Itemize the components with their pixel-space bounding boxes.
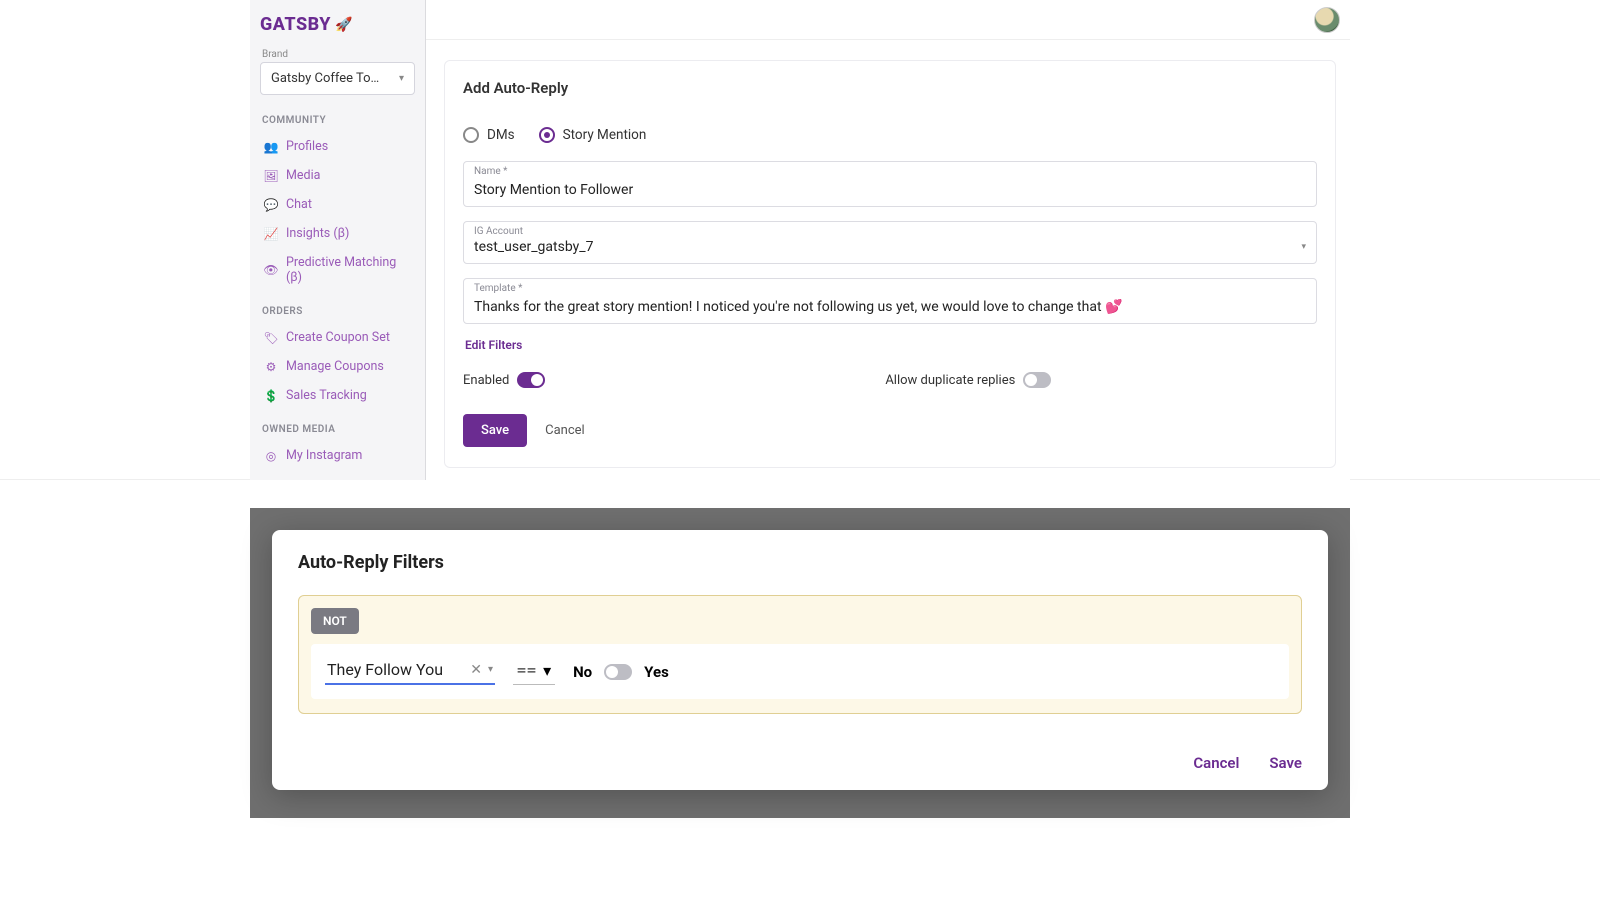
app-screenshot-top: GATSBY 🚀 Brand Gatsby Coffee To… ▾ COMMU… — [0, 0, 1600, 480]
toggle-row: Enabled Allow duplicate replies — [463, 372, 1317, 388]
cancel-button[interactable]: Cancel — [545, 423, 585, 438]
sidebar-item-create-coupon[interactable]: 🏷 Create Coupon Set — [260, 323, 415, 352]
edit-filters-link[interactable]: Edit Filters — [465, 338, 1317, 352]
sidebar-item-profiles[interactable]: 👥 Profiles — [260, 132, 415, 161]
logo-icon: 🚀 — [335, 17, 353, 33]
coupon-manage-icon: ⚙ — [264, 360, 278, 374]
toggle-label: Allow duplicate replies — [885, 373, 1015, 388]
rule-value-switch[interactable] — [604, 664, 632, 680]
profiles-icon: 👥 — [264, 140, 278, 154]
chevron-down-icon[interactable]: ▾ — [543, 661, 551, 680]
duplicate-toggle-group: Allow duplicate replies — [885, 372, 1051, 388]
sidebar-item-label: Media — [286, 168, 320, 183]
rule-operator-select[interactable]: == ▾ — [513, 659, 555, 685]
filter-group: NOT They Follow You ✕ ▾ == ▾ No — [298, 595, 1302, 714]
toggle-label: Enabled — [463, 373, 509, 388]
radio-label: Story Mention — [563, 127, 647, 143]
bool-yes-label: Yes — [644, 663, 669, 681]
field-label: Template * — [474, 283, 1306, 294]
sidebar-item-label: Sales Tracking — [286, 388, 367, 403]
rule-operator-value: == — [517, 661, 537, 679]
app-screenshot-bottom: Auto-Reply Filters NOT They Follow You ✕… — [0, 480, 1600, 820]
sidebar-item-chat[interactable]: 💬 Chat — [260, 190, 415, 219]
sidebar-section-community: COMMUNITY — [262, 115, 415, 126]
sidebar-item-label: Chat — [286, 197, 312, 212]
template-input[interactable] — [474, 299, 1306, 315]
sidebar-item-media[interactable]: 🖼 Media — [260, 161, 415, 190]
brand-label: Brand — [260, 49, 415, 60]
sidebar-item-manage-coupons[interactable]: ⚙ Manage Coupons — [260, 352, 415, 381]
modal-title: Auto-Reply Filters — [298, 552, 1302, 573]
radio-story-mention[interactable]: Story Mention — [539, 127, 647, 143]
chevron-down-icon: ▾ — [1301, 242, 1306, 252]
enabled-toggle[interactable] — [517, 372, 545, 388]
radio-label: DMs — [487, 127, 515, 143]
sidebar-item-label: Profiles — [286, 139, 328, 154]
chevron-down-icon: ▾ — [399, 73, 404, 84]
logo: GATSBY 🚀 — [260, 14, 415, 35]
sidebar-item-label: Insights (β) — [286, 226, 349, 241]
modal-save-button[interactable]: Save — [1269, 754, 1302, 772]
rule-field-select[interactable]: They Follow You ✕ ▾ — [325, 658, 495, 685]
radio-icon — [463, 127, 479, 143]
sales-icon: 💲 — [264, 389, 278, 403]
sidebar-section-orders: ORDERS — [262, 306, 415, 317]
rule-field-value: They Follow You — [327, 660, 443, 679]
main-area: Add Auto-Reply DMs Story Mention Name * — [426, 0, 1350, 480]
sidebar-item-label: Manage Coupons — [286, 359, 384, 374]
sidebar-item-label: My Instagram — [286, 448, 362, 463]
sidebar-item-predictive[interactable]: 👁 Predictive Matching (β) — [260, 248, 415, 292]
sidebar-item-label: Create Coupon Set — [286, 330, 390, 345]
duplicate-toggle[interactable] — [1023, 372, 1051, 388]
rule-value-toggle: No Yes — [573, 663, 669, 681]
not-operator-chip[interactable]: NOT — [311, 608, 359, 634]
chat-icon: 💬 — [264, 198, 278, 212]
brand-select-value: Gatsby Coffee To… — [271, 71, 379, 86]
sidebar-item-insights[interactable]: 📈 Insights (β) — [260, 219, 415, 248]
auto-reply-card: Add Auto-Reply DMs Story Mention Name * — [444, 60, 1336, 468]
sidebar-section-owned: OWNED MEDIA — [262, 424, 415, 435]
instagram-icon: ◎ — [264, 449, 278, 463]
topbar — [426, 0, 1350, 40]
brand-select[interactable]: Gatsby Coffee To… ▾ — [260, 62, 415, 95]
field-label: IG Account — [474, 226, 1306, 237]
save-button[interactable]: Save — [463, 414, 527, 447]
ig-account-field[interactable]: IG Account test_user_gatsby_7 ▾ — [463, 221, 1317, 264]
media-icon: 🖼 — [264, 169, 278, 183]
radio-icon — [539, 127, 555, 143]
sidebar-item-my-instagram[interactable]: ◎ My Instagram — [260, 441, 415, 470]
predictive-icon: 👁 — [264, 263, 278, 277]
card-title: Add Auto-Reply — [463, 79, 1317, 97]
clear-icon[interactable]: ✕ — [470, 662, 482, 678]
chevron-down-icon[interactable]: ▾ — [488, 664, 493, 675]
user-avatar[interactable] — [1314, 7, 1340, 33]
sidebar-item-label: Predictive Matching (β) — [286, 255, 411, 285]
insights-icon: 📈 — [264, 227, 278, 241]
radio-dms[interactable]: DMs — [463, 127, 515, 143]
sidebar: GATSBY 🚀 Brand Gatsby Coffee To… ▾ COMMU… — [250, 0, 426, 480]
name-field[interactable]: Name * — [463, 161, 1317, 207]
logo-text: GATSBY — [260, 14, 331, 35]
enabled-toggle-group: Enabled — [463, 372, 545, 388]
name-input[interactable] — [474, 182, 1306, 198]
modal-cancel-button[interactable]: Cancel — [1193, 754, 1239, 772]
type-radio-group: DMs Story Mention — [463, 127, 1317, 143]
modal-actions: Cancel Save — [298, 754, 1302, 772]
sidebar-item-sales-tracking[interactable]: 💲 Sales Tracking — [260, 381, 415, 410]
template-field[interactable]: Template * — [463, 278, 1317, 324]
ig-account-value: test_user_gatsby_7 — [474, 239, 1301, 255]
field-label: Name * — [474, 166, 1306, 177]
form-actions: Save Cancel — [463, 414, 1317, 447]
coupon-create-icon: 🏷 — [264, 331, 278, 345]
modal-backdrop: Auto-Reply Filters NOT They Follow You ✕… — [250, 508, 1350, 818]
filter-rule-row: They Follow You ✕ ▾ == ▾ No Yes — [311, 644, 1289, 699]
filters-modal: Auto-Reply Filters NOT They Follow You ✕… — [272, 530, 1328, 790]
bool-no-label: No — [573, 663, 592, 681]
